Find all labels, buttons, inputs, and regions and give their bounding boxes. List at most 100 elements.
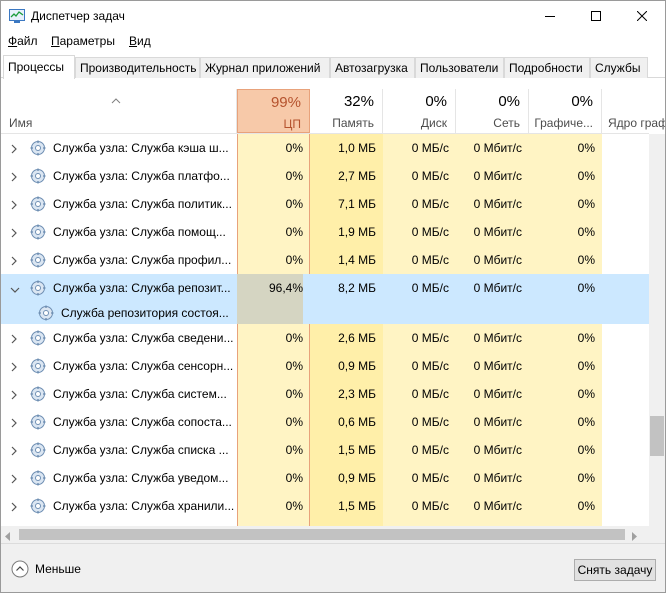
table-row[interactable]: Служба узла: Служба репозит... 96,4% 8,2 М… — [1, 274, 649, 302]
table-row[interactable]: Служба узла: Служба хранили... 0% 1,5 МБ 0 … — [1, 492, 649, 520]
chevron-right-icon[interactable] — [10, 501, 18, 515]
disk-value: 0 МБ/с — [411, 281, 449, 295]
chevron-right-icon[interactable] — [10, 171, 18, 185]
memory-value: 1,5 МБ — [338, 499, 376, 513]
column-header-gpu-engine[interactable]: Ядро граф — [602, 89, 665, 133]
menu-file[interactable]: Файл — [8, 34, 38, 48]
chevron-right-icon[interactable] — [10, 473, 18, 487]
process-list: Служба узла: Служба кэша ш... 0% 1,0 МБ 0 М… — [1, 134, 649, 526]
chevron-right-icon[interactable] — [10, 143, 18, 157]
chevron-right-icon[interactable] — [10, 227, 18, 241]
gpu-value: 0% — [577, 471, 595, 485]
disk-value: 0 МБ/с — [411, 253, 449, 267]
table-row[interactable]: Служба узла: Служба политик... 0% 7,1 МБ 0 … — [1, 190, 649, 218]
tab-performance[interactable]: Производительность — [75, 57, 200, 78]
chevron-right-icon[interactable] — [10, 445, 18, 459]
column-header-cpu[interactable]: 99% ЦП — [237, 89, 310, 133]
child-cpu-cell — [237, 302, 303, 324]
vertical-scroll-thumb[interactable] — [650, 416, 664, 456]
service-gear-icon — [30, 330, 46, 349]
chevron-right-icon[interactable] — [10, 417, 18, 431]
vertical-scrollbar[interactable] — [649, 134, 665, 526]
memory-value: 1,5 МБ — [338, 443, 376, 457]
network-value: 0 Мбит/с — [473, 359, 522, 373]
service-gear-icon — [30, 442, 46, 461]
service-gear-icon — [30, 280, 46, 299]
collapse-chevron-icon[interactable] — [11, 560, 29, 581]
tab-processes[interactable]: Процессы — [3, 55, 75, 79]
end-task-button[interactable]: Снять задачу — [574, 559, 656, 581]
cpu-value: 0% — [285, 197, 303, 211]
close-icon — [637, 11, 647, 21]
network-value: 0 Мбит/с — [473, 443, 522, 457]
menu-parameters[interactable]: Параметры — [51, 34, 115, 48]
service-gear-icon — [30, 414, 46, 433]
table-row[interactable]: Служба узла: Служба списка ... 0% 1,5 МБ 0 … — [1, 436, 649, 464]
gpu-value: 0% — [577, 253, 595, 267]
table-row[interactable]: Служба узла: Служба помощ... 0% 1,9 МБ 0 МБ… — [1, 218, 649, 246]
memory-value: 2,6 МБ — [338, 331, 376, 345]
close-button[interactable] — [619, 1, 665, 31]
process-name: Служба узла: Служба сведени... — [53, 331, 234, 345]
service-gear-icon — [30, 470, 46, 489]
network-value: 0 Мбит/с — [473, 471, 522, 485]
child-process-name: Служба репозитория состоя... — [61, 306, 229, 320]
chevron-right-icon[interactable] — [10, 389, 18, 403]
column-header-disk[interactable]: 0% Диск — [383, 89, 456, 133]
network-value: 0 Мбит/с — [473, 499, 522, 513]
memory-value: 1,0 МБ — [338, 141, 376, 155]
column-header-network[interactable]: 0% Сеть — [456, 89, 529, 133]
table-row[interactable]: Служба узла: Служба систем... 0% 2,3 МБ 0 М… — [1, 380, 649, 408]
table-row[interactable]: Служба узла: Служба кэша ш... 0% 1,0 МБ 0 М… — [1, 134, 649, 162]
process-name: Служба узла: Служба профил... — [53, 253, 232, 267]
horizontal-scroll-thumb[interactable] — [19, 529, 625, 540]
scroll-right-arrow-icon[interactable] — [631, 530, 637, 544]
service-gear-icon — [30, 358, 46, 377]
memory-value: 8,2 МБ — [338, 281, 376, 295]
tab-users[interactable]: Пользователи — [415, 57, 504, 78]
process-name: Служба узла: Служба списка ... — [53, 443, 229, 457]
chevron-right-icon[interactable] — [10, 199, 18, 213]
network-value: 0 Мбит/с — [473, 281, 522, 295]
child-table-row[interactable]: Служба репозитория состоя... — [1, 302, 649, 324]
gpu-value: 0% — [577, 387, 595, 401]
menu-view[interactable]: Вид — [129, 34, 151, 48]
table-row[interactable]: Служба узла: Служба сведени... 0% 2,6 МБ 0 … — [1, 324, 649, 352]
tab-app-history[interactable]: Журнал приложений — [200, 57, 330, 78]
memory-value: 2,3 МБ — [338, 387, 376, 401]
chevron-right-icon[interactable] — [10, 361, 18, 375]
process-name: Служба узла: Служба уведом... — [53, 471, 229, 485]
tab-details[interactable]: Подробности — [504, 57, 590, 78]
table-row[interactable]: Служба узла: Служба платфо... 0% 2,7 МБ 0 М… — [1, 162, 649, 190]
memory-value: 0,9 МБ — [338, 359, 376, 373]
chevron-down-icon[interactable] — [10, 283, 20, 297]
tab-startup[interactable]: Автозагрузка — [330, 57, 415, 78]
maximize-button[interactable] — [573, 1, 619, 31]
menu-bar: Файл Параметры Вид — [1, 32, 665, 52]
table-row[interactable]: Служба узла: Служба сенсорн... 0% 0,9 МБ 0 … — [1, 352, 649, 380]
column-header-memory[interactable]: 32% Память — [310, 89, 383, 133]
scroll-left-arrow-icon[interactable] — [5, 530, 11, 544]
memory-value: 0,6 МБ — [338, 415, 376, 429]
disk-value: 0 МБ/с — [411, 499, 449, 513]
cpu-value: 0% — [285, 443, 303, 457]
title-bar[interactable]: Диспетчер задач — [1, 1, 665, 31]
disk-value: 0 МБ/с — [411, 415, 449, 429]
table-row[interactable]: Служба узла: Служба профил... 0% 1,4 МБ 0 М… — [1, 246, 649, 274]
tab-services[interactable]: Службы — [590, 57, 648, 78]
chevron-right-icon[interactable] — [10, 333, 18, 347]
minimize-button[interactable] — [527, 1, 573, 31]
memory-value: 1,9 МБ — [338, 225, 376, 239]
footer-bar: Меньше Снять задачу — [1, 543, 665, 592]
task-manager-window: Диспетчер задач Файл Параметры Вид Проце… — [0, 0, 666, 593]
chevron-right-icon[interactable] — [10, 255, 18, 269]
table-row[interactable]: Служба узла: Служба сопоста... 0% 0,6 МБ 0 … — [1, 408, 649, 436]
table-row[interactable]: Служба узла: Служба уведом... 0% 0,9 МБ 0 М… — [1, 464, 649, 492]
disk-value: 0 МБ/с — [411, 331, 449, 345]
horizontal-scrollbar[interactable] — [1, 526, 665, 543]
cpu-value: 0% — [285, 331, 303, 345]
service-gear-icon — [30, 386, 46, 405]
fewer-details-link[interactable]: Меньше — [35, 562, 81, 576]
column-header-gpu[interactable]: 0% Графиче... — [529, 89, 602, 133]
maximize-icon — [591, 11, 601, 21]
